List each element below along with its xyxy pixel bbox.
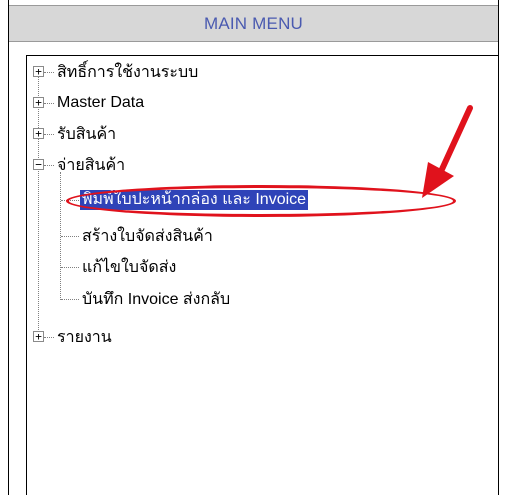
tree-item-label: Master Data <box>57 94 145 111</box>
tree-item-edit-delivery[interactable]: แก้ไขใบจัดส่ง <box>82 257 176 277</box>
tree-connector <box>44 337 54 338</box>
left-border <box>0 0 9 495</box>
tree-connector <box>61 299 79 300</box>
collapse-icon[interactable]: − <box>33 159 44 170</box>
tree-item-label: แก้ไขใบจัดส่ง <box>82 258 177 276</box>
tree-connector <box>44 72 54 73</box>
menu-header: MAIN MENU <box>9 5 498 42</box>
main-menu-window: MAIN MENU + สิทธิ์การใช้งานระบบ + Master… <box>0 0 509 495</box>
tree-item-label: บันทึก Invoice ส่งกลับ <box>82 290 231 308</box>
tree-item-label: รายงาน <box>57 328 112 346</box>
tree-connector <box>44 165 54 166</box>
tree-item-dispatch-goods[interactable]: จ่ายสินค้า <box>57 155 125 175</box>
expand-icon[interactable]: + <box>33 331 44 342</box>
tree-item-label: รับสินค้า <box>57 125 117 143</box>
tree-connector <box>44 134 54 135</box>
tree-item-permissions[interactable]: สิทธิ์การใช้งานระบบ <box>57 62 198 82</box>
tree-item-master-data[interactable]: Master Data <box>57 93 144 113</box>
tree-item-receive-goods[interactable]: รับสินค้า <box>57 124 116 144</box>
tree-item-label: สิทธิ์การใช้งานระบบ <box>57 63 199 81</box>
highlight-ellipse <box>66 185 456 217</box>
tree-item-label: สร้างใบจัดส่งสินค้า <box>82 227 213 245</box>
right-border <box>498 0 509 495</box>
tree-connector <box>61 267 79 268</box>
tree-connector <box>61 236 79 237</box>
tree-connector <box>44 103 54 104</box>
expand-icon[interactable]: + <box>33 66 44 77</box>
expand-icon[interactable]: + <box>33 97 44 108</box>
tree-item-save-invoice-return[interactable]: บันทึก Invoice ส่งกลับ <box>82 289 230 309</box>
tree-item-label: จ่ายสินค้า <box>57 156 126 174</box>
red-arrow-icon <box>422 105 473 198</box>
menu-title: MAIN MENU <box>203 13 304 33</box>
tree-item-create-delivery[interactable]: สร้างใบจัดส่งสินค้า <box>82 226 213 246</box>
expand-icon[interactable]: + <box>33 128 44 139</box>
tree-item-reports[interactable]: รายงาน <box>57 327 112 347</box>
